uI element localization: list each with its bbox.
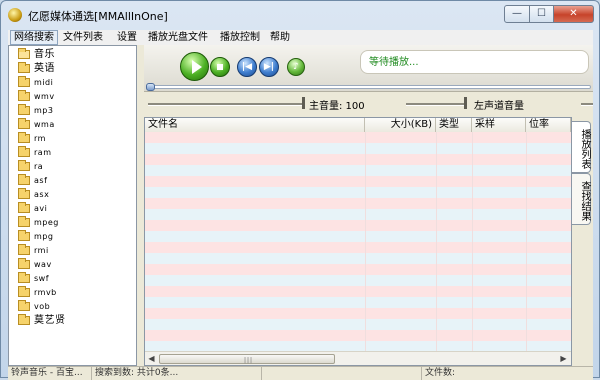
table-row[interactable] <box>145 264 571 275</box>
minimize-button[interactable]: — <box>504 5 530 23</box>
progress-bar[interactable] <box>146 85 591 89</box>
category-tree: 音乐 英语 midi wmv mp3 wma rm ram ra asf asx… <box>8 45 137 366</box>
volume-row: 主音量: 100 左声道音量 <box>144 96 593 112</box>
column-divider <box>472 132 473 352</box>
menu-help[interactable]: 帮助 <box>267 30 293 45</box>
status-display: 等待播放... <box>360 50 589 74</box>
column-type[interactable]: 类型 <box>436 118 472 132</box>
folder-icon <box>18 202 30 213</box>
window-title: 亿愿媒体通选[MMAllInOne] <box>28 10 168 23</box>
folder-open-icon <box>18 48 30 59</box>
scroll-left-icon[interactable]: ◀ <box>145 353 158 365</box>
folder-icon <box>18 104 30 115</box>
folder-icon <box>18 132 30 143</box>
menu-bar: 网络搜索 文件列表 设置 播放光盘文件 播放控制 帮助 <box>8 30 593 45</box>
folder-icon <box>18 244 30 255</box>
menu-network-search[interactable]: 网络搜索 <box>10 30 58 45</box>
file-list-header: 文件名 大小(KB) 类型 采样 位率 <box>145 118 571 133</box>
table-row[interactable] <box>145 242 571 253</box>
app-logo-icon <box>8 8 22 22</box>
table-row[interactable] <box>145 165 571 176</box>
status-cell: 文件数: <box>425 368 456 378</box>
folder-icon <box>18 272 30 283</box>
menu-play-control[interactable]: 播放控制 <box>217 30 263 45</box>
table-row[interactable] <box>145 154 571 165</box>
grip-icon: ||| <box>244 357 254 364</box>
column-divider <box>365 132 366 352</box>
volume-icon[interactable]: ♪ <box>287 58 305 76</box>
folder-icon <box>18 76 30 87</box>
column-bitrate[interactable]: 位率 <box>526 118 571 132</box>
close-button[interactable]: ✕ <box>553 5 594 23</box>
app-window: 亿愿媒体通选[MMAllInOne] — ☐ ✕ 网络搜索 文件列表 设置 播放… <box>0 0 600 380</box>
progress-thumb[interactable] <box>146 83 155 91</box>
table-row[interactable] <box>145 308 571 319</box>
folder-icon <box>18 174 30 185</box>
folder-icon <box>18 118 30 129</box>
file-list[interactable]: 文件名 大小(KB) 类型 采样 位率 ◀ ||| ▶ <box>144 117 572 366</box>
tab-search-results[interactable]: 查找结果 <box>572 173 591 225</box>
table-row[interactable] <box>145 253 571 264</box>
panel-splitter[interactable] <box>137 45 144 366</box>
column-size[interactable]: 大小(KB) <box>365 118 436 132</box>
maximize-button[interactable]: ☐ <box>529 5 554 23</box>
play-button[interactable] <box>180 52 209 81</box>
stop-button[interactable] <box>210 57 230 77</box>
left-channel-label: 左声道音量 <box>474 101 524 112</box>
left-channel-slider[interactable] <box>406 103 466 106</box>
folder-icon <box>18 230 30 241</box>
folder-icon <box>18 62 30 73</box>
status-cell <box>262 367 422 380</box>
horizontal-scrollbar[interactable]: ◀ ||| ▶ <box>145 351 571 365</box>
table-row[interactable] <box>145 286 571 297</box>
status-cell: 铃声音乐 - 百宝... <box>8 367 92 380</box>
table-row[interactable] <box>145 330 571 341</box>
column-sample[interactable]: 采样 <box>472 118 526 132</box>
folder-icon <box>18 216 30 227</box>
master-volume-label: 主音量: 100 <box>309 101 365 112</box>
table-row[interactable] <box>145 176 571 187</box>
table-row[interactable] <box>145 198 571 209</box>
main-panel: |◀ ▶| ♪ 等待播放... 主音量: 100 左声道音量 文件名 大小(KB… <box>144 45 593 366</box>
folder-icon <box>18 286 30 297</box>
table-row[interactable] <box>145 187 571 198</box>
master-volume-slider[interactable] <box>148 103 305 106</box>
folder-icon <box>18 258 30 269</box>
column-divider <box>436 132 437 352</box>
tab-playlist[interactable]: 播放列表 <box>572 121 591 173</box>
column-divider <box>526 132 527 352</box>
left-channel-thumb[interactable] <box>464 97 467 109</box>
previous-button[interactable]: |◀ <box>237 57 257 77</box>
folder-icon <box>18 146 30 157</box>
scroll-thumb[interactable]: ||| <box>159 354 335 364</box>
menu-file-list[interactable]: 文件列表 <box>60 30 106 45</box>
folder-icon <box>18 160 30 171</box>
folder-icon <box>18 300 30 311</box>
folder-icon <box>18 314 30 325</box>
status-cell: 搜索到数: 共计0条... <box>92 367 262 380</box>
column-filename[interactable]: 文件名 <box>145 118 365 132</box>
table-row[interactable] <box>145 220 571 231</box>
table-row[interactable] <box>145 209 571 220</box>
right-channel-slider[interactable] <box>581 103 593 106</box>
menu-play-disc[interactable]: 播放光盘文件 <box>145 30 211 45</box>
table-row[interactable] <box>145 231 571 242</box>
menu-settings[interactable]: 设置 <box>114 30 140 45</box>
folder-icon <box>18 188 30 199</box>
master-volume-thumb[interactable] <box>302 97 305 109</box>
player-controls: |◀ ▶| ♪ 等待播放... <box>144 45 593 92</box>
next-button[interactable]: ▶| <box>259 57 279 77</box>
folder-icon <box>18 90 30 101</box>
play-status: 等待播放... <box>369 57 419 68</box>
table-row[interactable] <box>145 275 571 286</box>
title-bar[interactable]: 亿愿媒体通选[MMAllInOne] — ☐ ✕ <box>1 1 599 29</box>
scroll-right-icon[interactable]: ▶ <box>557 353 570 365</box>
table-row[interactable] <box>145 132 571 143</box>
table-row[interactable] <box>145 297 571 308</box>
table-row[interactable] <box>145 319 571 330</box>
side-tab-strip: 播放列表 查找结果 <box>572 117 593 366</box>
table-row[interactable] <box>145 143 571 154</box>
